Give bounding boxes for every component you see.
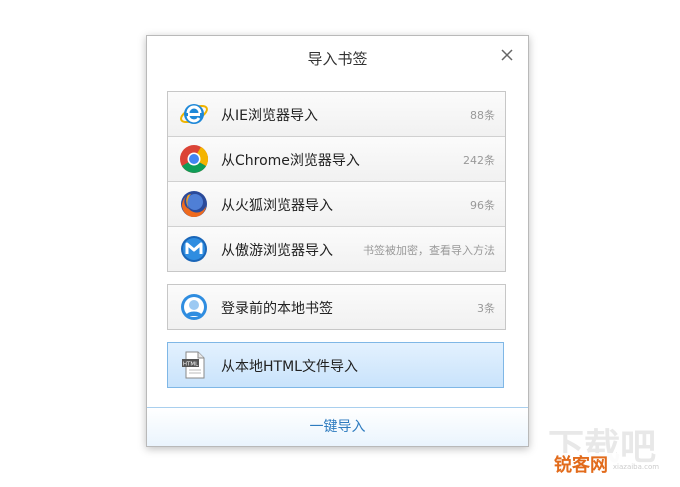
local-bookmarks-button[interactable]: 登录前的本地书签 3条 xyxy=(168,285,505,329)
html-file-icon: HTML xyxy=(182,351,205,379)
local-bookmarks-label: 登录前的本地书签 xyxy=(221,301,333,317)
firefox-count: 96条 xyxy=(470,199,495,212)
maxthon-icon xyxy=(181,236,207,262)
dialog-title: 导入书签 xyxy=(307,50,368,68)
local-bookmarks-group: 登录前的本地书签 3条 xyxy=(167,284,506,330)
close-icon[interactable] xyxy=(498,46,516,64)
import-from-firefox-button[interactable]: 从火狐浏览器导入 96条 xyxy=(168,182,505,227)
chrome-icon xyxy=(180,145,208,173)
import-from-maxthon-button[interactable]: 从傲游浏览器导入 书签被加密，查看导入方法 xyxy=(168,227,505,271)
ie-label: 从IE浏览器导入 xyxy=(221,108,318,124)
watermark-text: 锐客网 xyxy=(554,454,608,476)
firefox-label: 从火狐浏览器导入 xyxy=(221,198,333,214)
html-file-icon-text: HTML xyxy=(183,362,199,368)
browser-import-list: 从IE浏览器导入 88条 从Chrome浏览器导入 242条 从火狐浏览器导入 … xyxy=(167,91,506,272)
import-from-html-button[interactable]: HTML 从本地HTML文件导入 xyxy=(167,342,504,388)
ie-icon xyxy=(180,104,208,124)
import-from-ie-button[interactable]: 从IE浏览器导入 88条 xyxy=(168,92,505,137)
ie-count: 88条 xyxy=(470,109,495,122)
maxthon-encrypted-link[interactable]: 书签被加密，查看导入方法 xyxy=(363,242,495,258)
html-import-label: 从本地HTML文件导入 xyxy=(221,359,358,375)
import-from-chrome-button[interactable]: 从Chrome浏览器导入 242条 xyxy=(168,137,505,182)
chrome-count: 242条 xyxy=(463,154,495,167)
firefox-icon xyxy=(181,191,207,218)
site-watermark-logo: 下载吧 锐客网 xiazaiba.com xyxy=(540,427,659,476)
chrome-label: 从Chrome浏览器导入 xyxy=(221,153,360,169)
import-bookmarks-dialog: 导入书签 从IE浏览器导入 88条 从Chrome浏览器导入 242条 从火狐浏… xyxy=(146,35,529,447)
one-click-import-button[interactable]: 一键导入 xyxy=(147,407,528,446)
maxthon-label: 从傲游浏览器导入 xyxy=(221,243,333,259)
user-icon xyxy=(181,294,207,320)
html-import-group: HTML 从本地HTML文件导入 xyxy=(167,342,504,388)
watermark-site: xiazaiba.com xyxy=(613,463,659,471)
local-bookmarks-count: 3条 xyxy=(477,302,495,315)
